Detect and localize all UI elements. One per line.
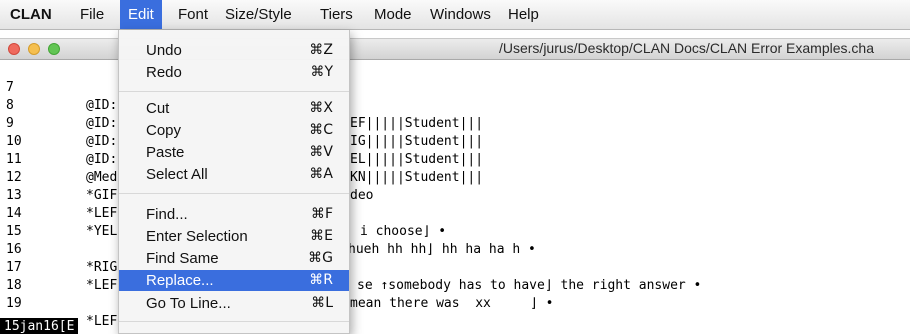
minimize-window-icon[interactable] <box>28 43 40 55</box>
menu-file[interactable]: File <box>72 0 112 29</box>
menu-item-shortcut: ⌘R <box>309 272 333 288</box>
menu-edit[interactable]: Edit <box>120 0 162 29</box>
menu-item-label: Select All <box>146 166 208 183</box>
menu-item-paste[interactable]: Paste ⌘V <box>119 142 349 163</box>
menu-mode[interactable]: Mode <box>366 0 420 29</box>
menu-item-shortcut: ⌘E <box>310 228 333 244</box>
menu-item-shortcut: ⌘V <box>309 144 333 160</box>
menu-separator <box>119 321 349 322</box>
menu-item-undo[interactable]: Undo ⌘Z <box>119 40 349 61</box>
menu-size-style[interactable]: Size/Style <box>217 0 300 29</box>
menu-item-shortcut: ⌘A <box>309 166 333 182</box>
menu-item-label: Copy <box>146 122 182 139</box>
menu-item-label: Cut <box>146 100 170 117</box>
line-number: 19 <box>6 296 22 311</box>
menu-clan[interactable]: CLAN <box>2 0 60 29</box>
menu-bar: CLAN File Edit Font Size/Style Tiers Mod… <box>0 0 910 30</box>
menu-item-shortcut: ⌘F <box>310 206 333 222</box>
line-text: mean there was xx ⌋ • <box>350 296 554 311</box>
menu-item-select-all[interactable]: Select All ⌘A <box>119 164 349 185</box>
line-code: *LEF <box>86 314 118 329</box>
menu-item-shortcut: ⌘Y <box>310 64 333 80</box>
window-title: /Users/jurus/Desktop/CLAN Docs/CLAN Erro… <box>498 40 874 56</box>
menu-item-replace[interactable]: Replace... ⌘R <box>119 270 349 291</box>
edit-menu-dropdown: Undo ⌘Z Redo ⌘Y Cut ⌘X Copy ⌘C Paste ⌘V … <box>118 30 350 334</box>
menu-tiers[interactable]: Tiers <box>312 0 361 29</box>
menu-item-shortcut: ⌘G <box>308 250 333 266</box>
menu-item-go-to-line[interactable]: Go To Line... ⌘L <box>119 293 349 314</box>
close-window-icon[interactable] <box>8 43 20 55</box>
menu-item-find[interactable]: Find... ⌘F <box>119 204 349 225</box>
menu-item-shortcut: ⌘L <box>311 295 333 311</box>
menu-separator <box>119 91 349 92</box>
menu-item-shortcut: ⌘Z <box>309 42 333 58</box>
menu-separator <box>119 193 349 194</box>
menu-item-shortcut: ⌘X <box>309 100 333 116</box>
menu-item-enter-selection[interactable]: Enter Selection ⌘E <box>119 226 349 247</box>
status-line: 15jan16[E <box>0 318 79 334</box>
menu-item-label: Go To Line... <box>146 295 231 312</box>
menu-item-label: Replace... <box>146 272 214 289</box>
menu-item-label: Redo <box>146 64 182 81</box>
menu-item-redo[interactable]: Redo ⌘Y <box>119 62 349 83</box>
menu-item-label: Paste <box>146 144 185 161</box>
menu-help[interactable]: Help <box>500 0 547 29</box>
menu-item-find-same[interactable]: Find Same ⌘G <box>119 248 349 269</box>
menu-item-copy[interactable]: Copy ⌘C <box>119 120 349 141</box>
menu-item-label: Enter Selection <box>146 228 248 245</box>
menu-item-label: Find Same <box>146 250 219 267</box>
menu-item-shortcut: ⌘C <box>309 122 333 138</box>
menu-item-label: Undo <box>146 42 182 59</box>
menu-windows[interactable]: Windows <box>422 0 499 29</box>
menu-font[interactable]: Font <box>170 0 216 29</box>
menu-item-label: Find... <box>146 206 188 223</box>
menu-item-cut[interactable]: Cut ⌘X <box>119 98 349 119</box>
zoom-window-icon[interactable] <box>48 43 60 55</box>
